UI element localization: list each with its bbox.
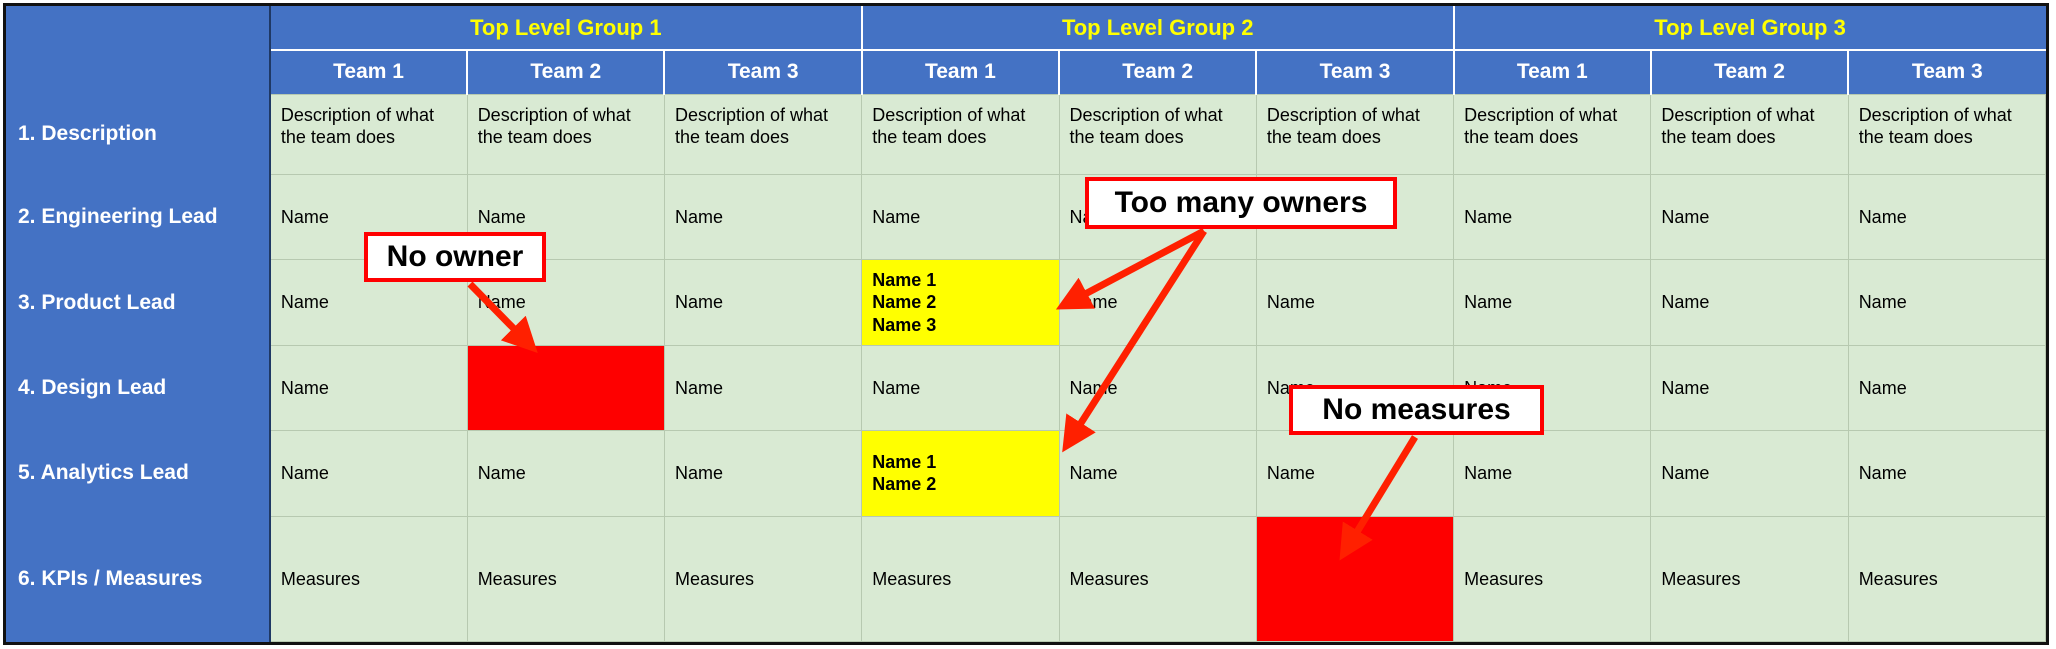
team-header-g2-t2: Team 2 — [1058, 50, 1257, 94]
group-header-1: Top Level Group 1 — [269, 6, 862, 51]
table-row: 1. Description Description of what the te… — [6, 93, 2047, 175]
table-row: 3. Product Lead Name Name Name Name 1 Name 2N… — [6, 259, 2047, 346]
team-header-g2-t3: Team 3 — [1255, 50, 1454, 94]
cell-r5-c6[interactable]: Name — [1255, 430, 1455, 517]
cell-r2-c3[interactable]: Name — [663, 173, 863, 261]
cell-r1-c9[interactable]: Description of what the team does — [1847, 93, 2047, 175]
cell-r5-c4[interactable]: Name 1 Name 2 — [861, 430, 1060, 517]
cell-r1-c4[interactable]: Description of what the team does — [861, 93, 1060, 175]
team-header-g3-t2: Team 2 — [1649, 50, 1849, 94]
row-header-1: 1. Description — [6, 94, 271, 175]
cell-r2-c8[interactable]: Name — [1650, 173, 1849, 261]
table-body: 1. Description Description of what the te… — [6, 93, 2047, 643]
cell-r5-c5[interactable]: Name — [1058, 430, 1257, 517]
cell-r1-c5[interactable]: Description of what the team does — [1058, 93, 1257, 175]
cell-r3-c6[interactable]: Name — [1255, 259, 1455, 346]
cell-r3-c3[interactable]: Name — [663, 259, 863, 346]
group-header-2: Top Level Group 2 — [860, 6, 1454, 51]
cell-r2-c7[interactable]: Name — [1453, 173, 1652, 261]
cell-r1-c1[interactable]: Description of what the team does — [269, 93, 468, 175]
cell-r5-c7[interactable]: Name — [1453, 430, 1652, 517]
team-header-g1-t3: Team 3 — [663, 50, 862, 94]
team-header-g3-t3: Team 3 — [1847, 50, 2046, 94]
cell-r1-c7[interactable]: Description of what the team does — [1453, 93, 1652, 175]
row-header-3: 3. Product Lead — [6, 259, 271, 346]
cell-line: Name 1 — [872, 451, 937, 472]
team-header-g1-t1: Team 1 — [269, 50, 468, 94]
cell-r3-c5[interactable]: Name — [1058, 259, 1257, 346]
cell-r1-c2[interactable]: Description of what the team does — [466, 93, 665, 175]
cell-r2-c9[interactable]: Name — [1847, 173, 2047, 261]
group-header-row: Top Level Group 1 Top Level Group 2 Top … — [6, 6, 2046, 94]
cell-r4-c8[interactable]: Name — [1650, 344, 1849, 432]
cell-r4-c9[interactable]: Name — [1847, 344, 2047, 432]
cell-r4-c5[interactable]: Name — [1058, 344, 1257, 432]
cell-r5-c2[interactable]: Name — [466, 430, 665, 517]
cell-r2-c4[interactable]: Name — [861, 173, 1060, 261]
cell-r4-c1[interactable]: Name — [269, 344, 468, 432]
row-header-5: 5. Analytics Lead — [6, 430, 271, 517]
cell-r4-c2[interactable] — [466, 344, 665, 432]
cell-r5-c8[interactable]: Name — [1650, 430, 1849, 517]
cell-r6-c7[interactable]: Measures — [1453, 515, 1652, 643]
corner-cell — [6, 6, 271, 94]
cell-r1-c3[interactable]: Description of what the team does — [663, 93, 863, 175]
cell-r1-c8[interactable]: Description of what the team does — [1650, 93, 1849, 175]
table-row: 4. Design LeadNameNameNameNameNameNameNa… — [6, 344, 2047, 432]
cell-r4-c4[interactable]: Name — [861, 344, 1060, 432]
team-header-row: Team 1 Team 2 Team 3 Team 1 Team 2 Team … — [6, 50, 2046, 94]
annotation-too-many-owners: Too many owners — [1085, 177, 1397, 229]
group-header-3: Top Level Group 3 — [1452, 6, 2046, 51]
cell-line: Name 3 — [872, 314, 937, 335]
cell-r6-c5[interactable]: Measures — [1058, 515, 1257, 643]
cell-r3-c7[interactable]: Name — [1453, 259, 1652, 346]
table-row: 2. Engineering Lead Name Name Name Name Name N… — [6, 173, 2047, 261]
cell-r6-c4[interactable]: Measures — [861, 515, 1060, 643]
cell-r4-c3[interactable]: Name — [663, 344, 863, 432]
cell-r5-c1[interactable]: Name — [269, 430, 468, 517]
cell-r6-c1[interactable]: Measures — [269, 515, 468, 643]
matrix-table: Top Level Group 1 Top Level Group 2 Top … — [6, 6, 2047, 643]
cell-r6-c6[interactable] — [1255, 515, 1455, 643]
cell-r6-c8[interactable]: Measures — [1650, 515, 1849, 643]
cell-r5-c3[interactable]: Name — [663, 430, 863, 517]
ownership-matrix-table: Top Level Group 1 Top Level Group 2 Top … — [3, 3, 2049, 645]
row-header-6: 6. KPIs / Measures — [6, 516, 271, 642]
team-header-g3-t1: Team 1 — [1452, 50, 1651, 94]
cell-r1-c6[interactable]: Description of what the team does — [1255, 93, 1455, 175]
cell-r6-c2[interactable]: Measures — [466, 515, 665, 643]
cell-r3-c9[interactable]: Name — [1847, 259, 2047, 346]
cell-line: Name 2 — [872, 474, 937, 495]
team-header-g2-t1: Team 1 — [860, 50, 1060, 94]
team-header-g1-t2: Team 2 — [466, 50, 665, 94]
cell-r5-c9[interactable]: Name — [1847, 430, 2047, 517]
cell-r6-c3[interactable]: Measures — [663, 515, 863, 643]
cell-line: Name 1 — [872, 269, 937, 290]
row-header-2: 2. Engineering Lead — [6, 174, 271, 260]
table-row: 6. KPIs / Measures Measures Measures Measur… — [6, 515, 2047, 643]
table-header: Top Level Group 1 Top Level Group 2 Top … — [6, 6, 2046, 94]
annotation-no-measures: No measures — [1289, 385, 1544, 435]
slide-canvas: Top Level Group 1 Top Level Group 2 Top … — [0, 0, 2056, 649]
cell-r6-c9[interactable]: Measures — [1847, 515, 2047, 643]
table-row: 5. Analytics Lead Name Name Name Name 1 Name … — [6, 430, 2047, 517]
cell-r3-c8[interactable]: Name — [1650, 259, 1849, 346]
row-header-4: 4. Design Lead — [6, 345, 271, 431]
cell-r3-c4[interactable]: Name 1 Name 2 Name 3 — [861, 259, 1060, 346]
cell-line: Name 2 — [872, 292, 937, 313]
annotation-no-owner: No owner — [364, 232, 546, 282]
